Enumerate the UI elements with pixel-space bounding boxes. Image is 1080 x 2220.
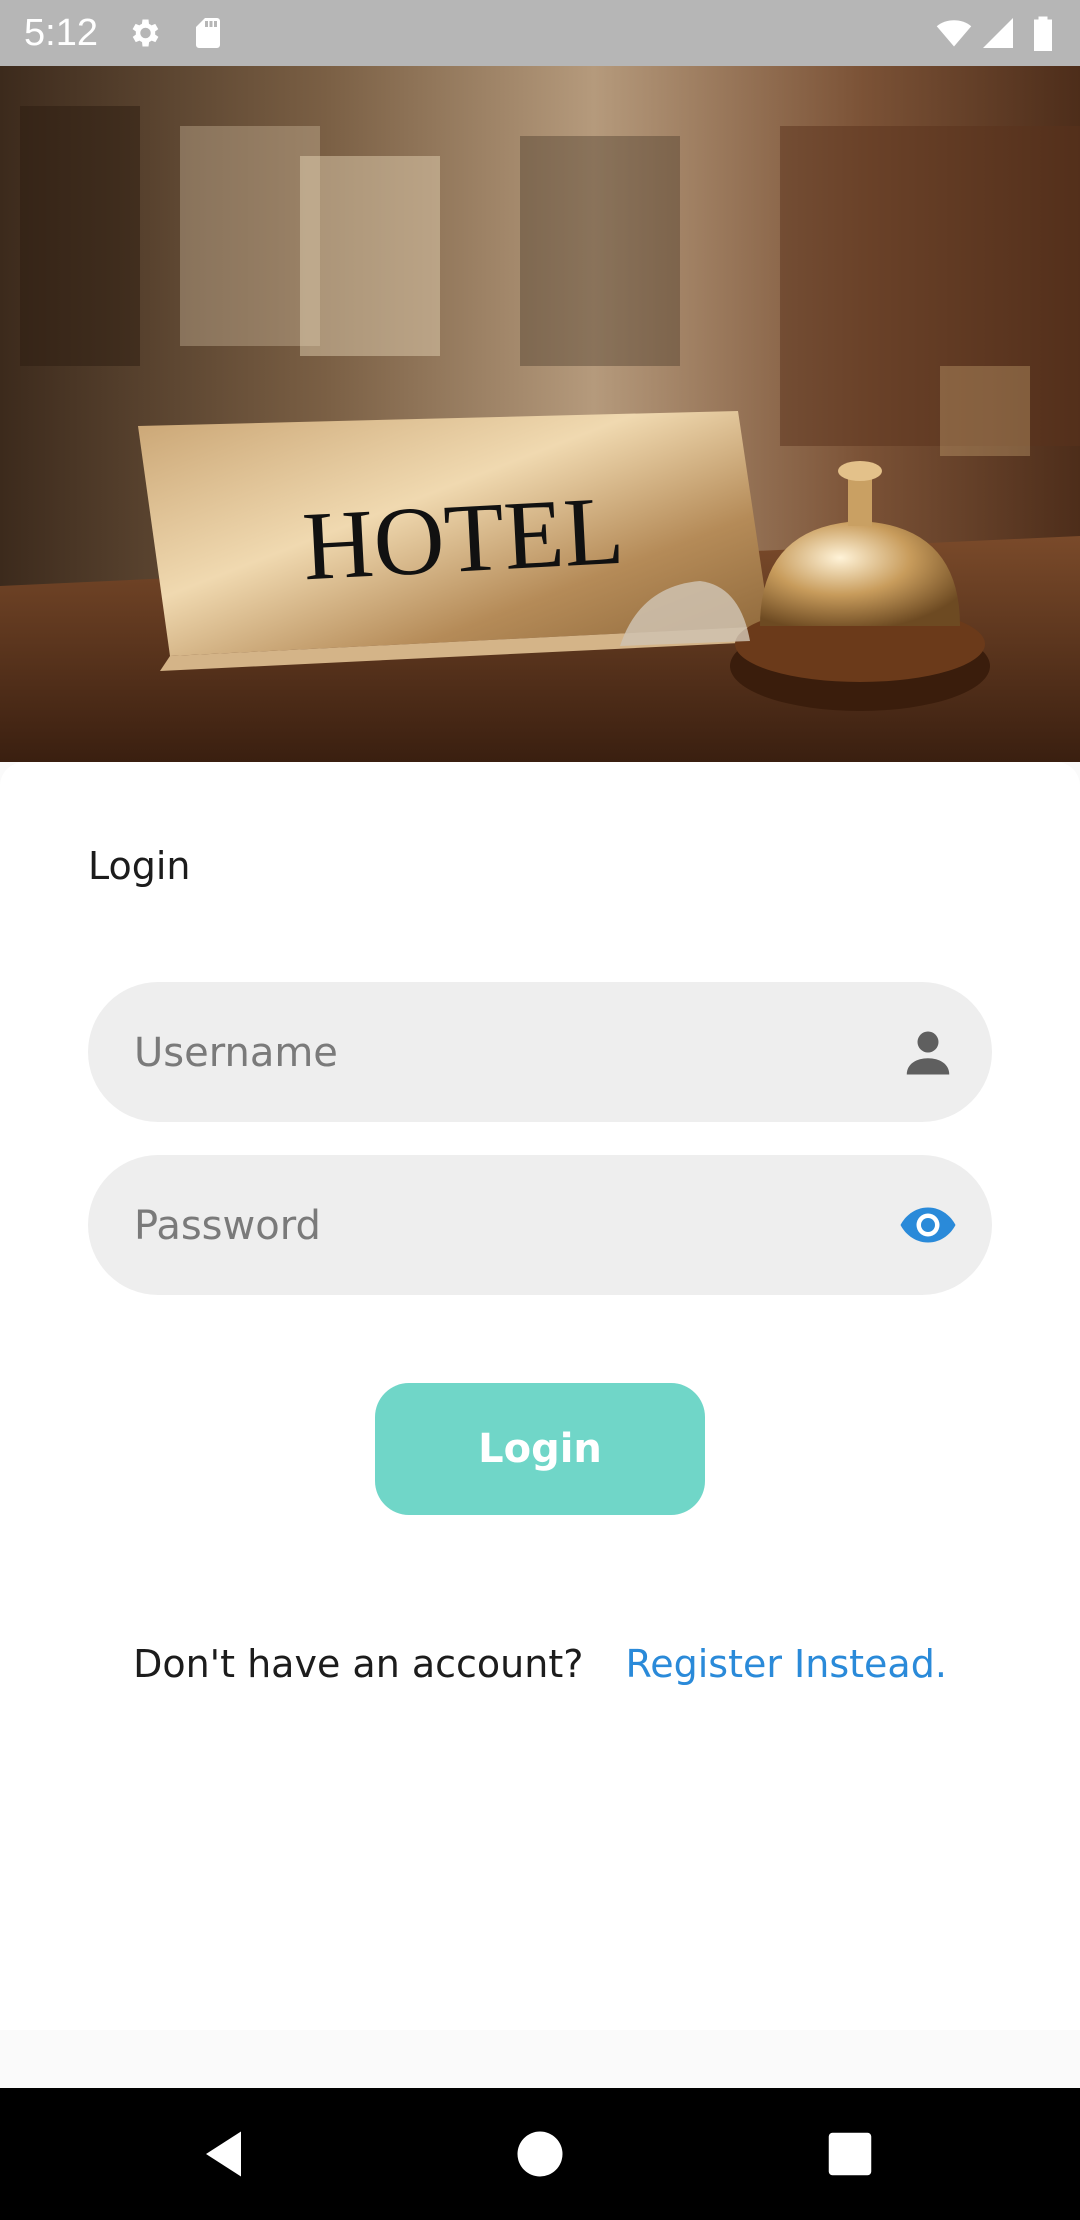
password-field[interactable] [88,1155,992,1297]
recents-icon[interactable] [820,2124,880,2184]
wifi-icon [936,20,972,47]
password-input[interactable] [132,1155,896,1297]
hotel-sign-text: HOTEL [300,477,626,602]
signal-icon [983,18,1013,48]
login-card: Login Login Don't have an account? Regis… [0,762,1080,2030]
register-link[interactable]: Register Instead. [626,1642,947,1686]
username-input[interactable] [132,982,896,1124]
login-title: Login [88,844,191,888]
person-icon [906,1031,950,1075]
login-button[interactable]: Login [375,1383,705,1515]
sd-card-icon [196,18,220,48]
battery-icon [1034,16,1052,51]
status-time: 5:12 [24,12,98,54]
navigation-bar [0,2088,1080,2220]
home-icon[interactable] [510,2124,570,2184]
register-row: Don't have an account? Register Instead. [0,1642,1080,1686]
eye-icon[interactable] [898,1195,958,1255]
gear-icon [132,19,159,47]
status-bar: 5:12 [0,0,1080,66]
username-field[interactable] [88,982,992,1124]
register-prompt: Don't have an account? [133,1642,584,1686]
hero-image: HOTEL [0,66,1080,762]
back-icon[interactable] [196,2124,256,2184]
